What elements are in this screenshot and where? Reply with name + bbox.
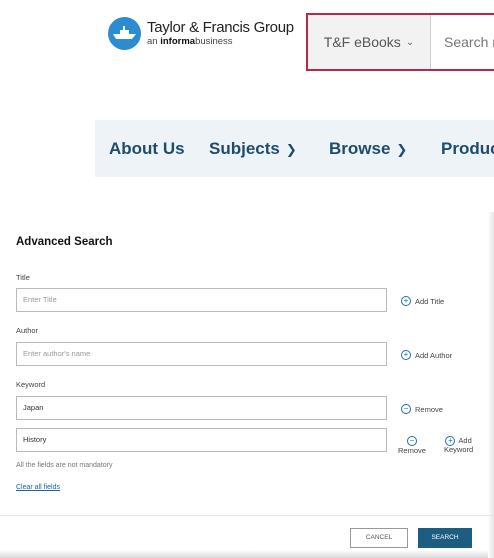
remove-keyword-2-button[interactable]: − Remove xyxy=(398,436,426,456)
minus-circle-icon: − xyxy=(401,404,411,414)
clear-all-fields-link[interactable]: Clear all fields xyxy=(16,484,60,491)
search-scope-label: T&F eBooks xyxy=(323,34,401,50)
global-search-bar: T&F eBooks ⌄ Search r xyxy=(306,13,494,71)
advanced-search-panel xyxy=(0,212,494,558)
panel-side-shadow xyxy=(488,212,494,558)
main-nav: About Us Subjects ❯ Browse ❯ Produc xyxy=(95,120,494,177)
chevron-down-icon: ❯ xyxy=(285,142,297,157)
advanced-search-title: Advanced Search xyxy=(16,236,113,248)
remove-keyword-1-button[interactable]: − Remove xyxy=(401,404,443,414)
search-scope-select[interactable]: T&F eBooks ⌄ xyxy=(308,15,431,69)
add-author-button[interactable]: + Add Author xyxy=(401,350,452,360)
logo-tagline-prefix: an xyxy=(147,36,158,47)
logo-name: Taylor & Francis Group xyxy=(147,19,294,36)
plus-circle-icon: + xyxy=(401,296,411,306)
cancel-button[interactable]: CANCEL xyxy=(350,528,408,548)
logo-tagline: an informabusiness xyxy=(147,37,294,47)
add-keyword-label-2: Keyword xyxy=(444,445,474,454)
site-header: Taylor & Francis Group an informabusines… xyxy=(0,0,494,90)
panel-shadow xyxy=(0,550,494,558)
search-button[interactable]: SEARCH xyxy=(418,528,472,548)
author-input[interactable]: Enter author's name xyxy=(16,342,387,366)
search-input[interactable]: Search r xyxy=(444,15,494,69)
chevron-down-icon: ⌄ xyxy=(405,36,415,48)
logo-tagline-bold: informa xyxy=(160,36,196,47)
author-label: Author xyxy=(16,326,39,335)
keyword-input-1[interactable]: Japan xyxy=(16,396,387,420)
add-title-label: Add Title xyxy=(415,296,445,306)
logo-tagline-suffix: business xyxy=(195,36,233,47)
nav-about-us-label: About Us xyxy=(109,139,185,158)
keyword-label: Keyword xyxy=(16,380,46,389)
add-title-button[interactable]: + Add Title xyxy=(401,296,444,306)
nav-products-label: Produc xyxy=(441,139,494,158)
add-keyword-button[interactable]: + Add Keyword xyxy=(444,436,473,455)
mandatory-note: All the fields are not mandatory xyxy=(16,462,113,469)
taylor-francis-logo[interactable]: Taylor & Francis Group an informabusines… xyxy=(108,13,294,50)
remove-keyword-1-label: Remove xyxy=(415,404,443,414)
nav-subjects-label: Subjects xyxy=(209,139,280,158)
chevron-down-icon: ❯ xyxy=(396,142,408,157)
keyword-input-2[interactable]: History xyxy=(16,428,387,452)
title-label: Title xyxy=(16,273,30,282)
nav-browse-label: Browse xyxy=(329,139,391,158)
footer-divider xyxy=(0,515,494,516)
ship-logo-icon xyxy=(108,17,141,50)
minus-circle-icon: − xyxy=(406,436,417,446)
nav-browse[interactable]: Browse ❯ xyxy=(329,120,407,177)
plus-circle-icon: + xyxy=(401,350,411,360)
nav-about-us[interactable]: About Us xyxy=(109,120,185,177)
add-author-label: Add Author xyxy=(415,350,453,360)
nav-products[interactable]: Produc xyxy=(441,120,494,177)
remove-keyword-2-label: Remove xyxy=(398,446,426,455)
nav-subjects[interactable]: Subjects ❯ xyxy=(209,120,297,177)
title-input[interactable]: Enter Title xyxy=(16,288,387,312)
